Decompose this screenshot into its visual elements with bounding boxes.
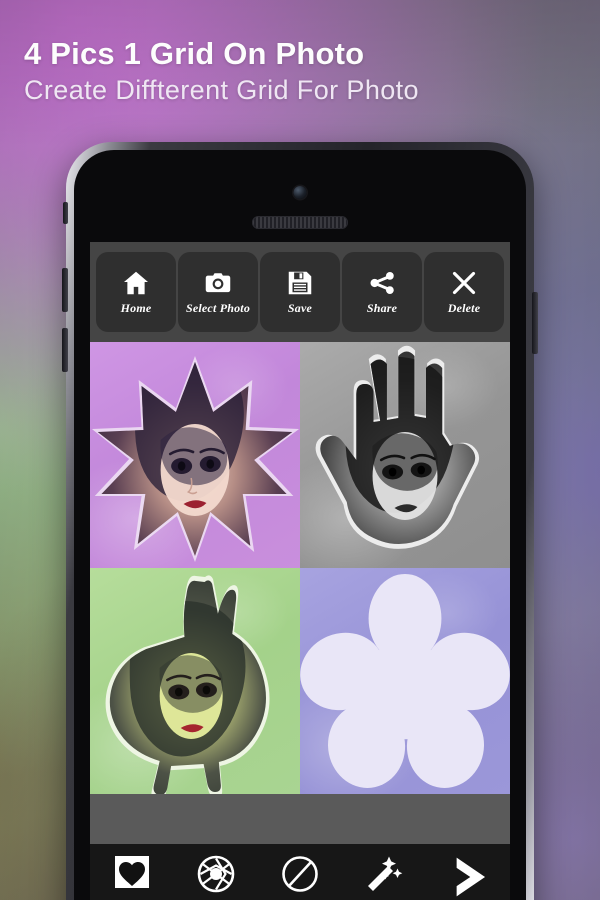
bottom-toolbar: Change Shape [90,844,510,900]
shape-mask-star [91,356,300,562]
volume-down-button[interactable] [62,328,68,372]
home-button[interactable]: Home [96,252,176,332]
share-nodes-icon [365,268,399,298]
mute-switch-button[interactable] [63,202,68,224]
floppy-disk-icon [283,268,317,298]
share-button-label: Share [366,301,398,315]
shape-mask-flower [300,573,510,794]
home-icon [119,268,153,298]
promo-heading: 4 Pics 1 Grid On Photo Create Diffterent… [24,38,576,104]
aperture-icon [194,852,238,896]
no-color-button[interactable]: No Color [258,852,342,900]
magic-wand-icon [362,852,406,896]
shape-mask-rabbit [105,575,270,794]
close-x-icon [447,268,481,298]
save-button-label: Save [287,301,313,315]
photo-grid [90,342,510,794]
chevron-right-icon [443,852,493,900]
earpiece-speaker-icon [252,216,348,229]
phone-mockup: Home Select Photo Save Share Delete [62,142,538,900]
front-camera-icon [293,186,307,199]
top-toolbar: Home Select Photo Save Share Delete [90,242,510,342]
change-shape-button[interactable]: Change Shape [90,852,174,900]
grid-cell-bottom-right[interactable] [300,568,510,794]
heart-in-square-icon [110,852,154,896]
grid-cell-top-right[interactable] [300,342,510,568]
grid-cell-top-left[interactable] [90,342,300,568]
effect-button[interactable]: Effect [342,852,426,900]
share-button[interactable]: Share [342,252,422,332]
shape-mask-hand [315,345,480,549]
promo-title: 4 Pics 1 Grid On Photo [24,36,365,71]
save-button[interactable]: Save [260,252,340,332]
change-color-button[interactable]: Change Color [174,852,258,900]
phone-screen-bezel: Home Select Photo Save Share Delete [74,150,526,900]
home-button-label: Home [120,301,152,315]
select-photo-button[interactable]: Select Photo [178,252,258,332]
next-button[interactable] [426,852,510,900]
volume-up-button[interactable] [62,268,68,312]
circle-slash-icon [278,852,322,896]
grid-cell-bottom-left[interactable] [90,568,300,794]
app-screen: Home Select Photo Save Share Delete [90,242,510,900]
power-button[interactable] [532,292,538,354]
promo-subtitle: Create Diffterent Grid For Photo [24,74,419,105]
select-photo-button-label: Select Photo [185,301,251,315]
camera-icon [201,268,235,298]
delete-button[interactable]: Delete [424,252,504,332]
delete-button-label: Delete [447,301,481,315]
